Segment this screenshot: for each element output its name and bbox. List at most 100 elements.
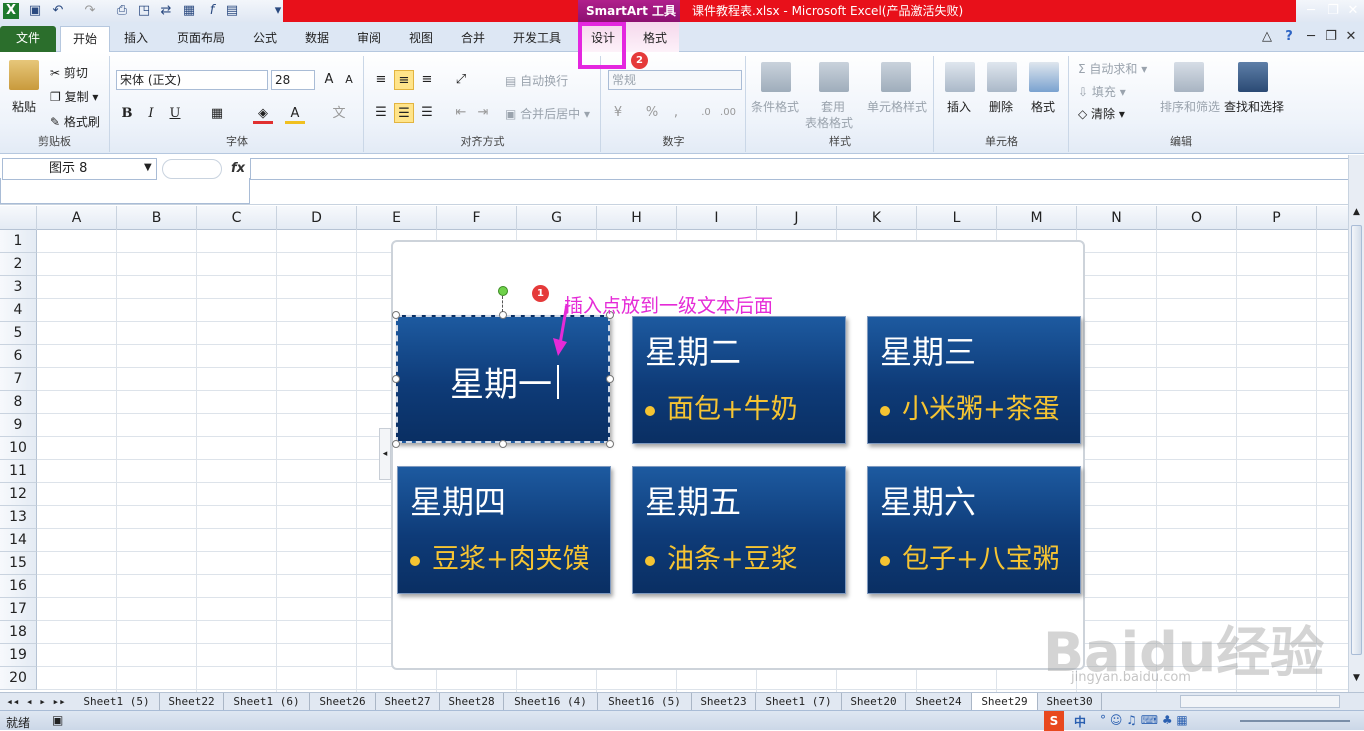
smartart-box-tuesday[interactable]: 星期二 面包+牛奶 <box>632 316 846 444</box>
resize-handle[interactable] <box>499 440 507 448</box>
doc-minimize-icon[interactable]: ─ <box>1300 28 1322 46</box>
tab-developer[interactable]: 开发工具 <box>504 26 570 52</box>
col-header[interactable]: D <box>277 206 357 230</box>
sort-filter-icon[interactable] <box>1174 62 1204 92</box>
col-header[interactable]: C <box>197 206 277 230</box>
sheet-tab[interactable]: Sheet16 (4) <box>504 693 598 711</box>
sheet-tab-active[interactable]: Sheet29 <box>972 693 1038 711</box>
cell-styles-icon[interactable] <box>881 62 911 92</box>
insert-function-button[interactable]: fx <box>226 158 250 180</box>
orientation-icon[interactable]: ⤢ <box>451 70 471 90</box>
col-header[interactable]: F <box>437 206 517 230</box>
align-top-icon[interactable]: ≡ <box>371 70 391 90</box>
align-middle-icon[interactable]: ≡ <box>394 70 414 90</box>
sheet-tab[interactable]: Sheet20 <box>842 693 906 711</box>
merge-center-button[interactable]: ▣ 合并后居中 ▾ <box>505 105 590 122</box>
cut-button[interactable]: ✂ 剪切 <box>50 64 88 81</box>
italic-button[interactable]: I <box>141 104 161 124</box>
tab-file[interactable]: 文件 <box>0 26 56 52</box>
phonetic-icon[interactable]: 文 <box>329 104 349 124</box>
select-all-corner[interactable] <box>0 206 37 230</box>
row-header[interactable]: 2 <box>0 253 37 276</box>
ribbon-minimize-icon[interactable]: △ <box>1256 28 1278 46</box>
smartart-box-friday[interactable]: 星期五 油条+豆浆 <box>632 466 846 594</box>
horizontal-scrollbar[interactable] <box>1180 695 1340 708</box>
close-icon[interactable]: ✕ <box>1342 2 1364 20</box>
col-header[interactable]: B <box>117 206 197 230</box>
col-header[interactable]: M <box>997 206 1077 230</box>
sheet-tab[interactable]: Sheet16 (5) <box>598 693 692 711</box>
currency-icon[interactable]: ¥ <box>608 103 628 123</box>
row-header[interactable]: 13 <box>0 506 37 529</box>
shrink-font-icon[interactable]: A <box>339 70 359 90</box>
doc-close-icon[interactable]: ✕ <box>1340 28 1362 46</box>
col-header[interactable]: L <box>917 206 997 230</box>
format-cells-icon[interactable] <box>1029 62 1059 92</box>
row-header[interactable]: 14 <box>0 529 37 552</box>
zoom-slider[interactable] <box>1240 720 1350 722</box>
scroll-thumb[interactable] <box>1351 225 1362 655</box>
row-header[interactable]: 9 <box>0 414 37 437</box>
name-box[interactable]: 图示 8 <box>2 158 157 180</box>
share-icon[interactable]: ⇄ <box>158 3 174 19</box>
ime-mode[interactable]: 中 <box>1074 713 1086 730</box>
row-header[interactable]: 20 <box>0 667 37 690</box>
underline-button[interactable]: U <box>165 104 185 124</box>
redo-icon[interactable]: ↷ <box>82 3 98 19</box>
sheet-tab[interactable]: Sheet23 <box>692 693 756 711</box>
vertical-scrollbar[interactable]: ▲ ▼ <box>1348 155 1364 692</box>
macro-record-icon[interactable]: ▣ <box>52 713 63 727</box>
row-header[interactable]: 17 <box>0 598 37 621</box>
name-box-dropdown-icon[interactable]: ▼ <box>144 162 152 173</box>
bold-button[interactable]: B <box>117 104 137 124</box>
col-header[interactable]: N <box>1077 206 1157 230</box>
sort-filter-button[interactable]: 排序和筛选 <box>1160 98 1220 115</box>
tab-formulas[interactable]: 公式 <box>244 26 286 52</box>
sheet-tab[interactable]: Sheet1 (6) <box>224 693 310 711</box>
smartart-box-saturday[interactable]: 星期六 包子+八宝粥 <box>867 466 1081 594</box>
restore-icon[interactable]: ❐ <box>1322 2 1344 20</box>
row-header[interactable]: 4 <box>0 299 37 322</box>
sheet-nav-icon[interactable]: ◂◂ ◂ ▸ ▸▸ <box>2 693 70 711</box>
ime-toolbar-icons[interactable]: ° ☺ ♫ ⌨ ♣ ▦ <box>1100 713 1188 727</box>
align-right-icon[interactable]: ☰ <box>417 103 437 123</box>
print-icon[interactable]: ⎙ <box>114 3 130 19</box>
col-header[interactable]: H <box>597 206 677 230</box>
find-select-icon[interactable] <box>1238 62 1268 92</box>
align-bottom-icon[interactable]: ≡ <box>417 70 437 90</box>
find-select-button[interactable]: 查找和选择 <box>1224 98 1284 115</box>
save-icon[interactable]: ▣ <box>27 3 43 19</box>
border-icon[interactable]: ▦ <box>207 104 227 124</box>
tab-data[interactable]: 数据 <box>296 26 338 52</box>
row-header[interactable]: 10 <box>0 437 37 460</box>
row-header[interactable]: 8 <box>0 391 37 414</box>
sheet-tab[interactable]: Sheet22 <box>160 693 224 711</box>
delete-cells-icon[interactable] <box>987 62 1017 92</box>
align-left-icon[interactable]: ☰ <box>371 103 391 123</box>
col-header[interactable]: E <box>357 206 437 230</box>
sheet-tab[interactable]: Sheet28 <box>440 693 504 711</box>
tab-page-layout[interactable]: 页面布局 <box>168 26 234 52</box>
scroll-up-icon[interactable]: ▲ <box>1350 207 1363 221</box>
print-preview-icon[interactable]: ◳ <box>136 3 152 19</box>
row-header[interactable]: 1 <box>0 230 37 253</box>
comma-button[interactable]: , <box>666 103 686 123</box>
fill-button[interactable]: ⇩ 填充 ▾ <box>1078 83 1126 100</box>
row-header[interactable]: 18 <box>0 621 37 644</box>
decrease-indent-icon[interactable]: ⇤ <box>451 103 471 123</box>
grow-font-icon[interactable]: A <box>319 70 339 90</box>
row-header[interactable]: 11 <box>0 460 37 483</box>
number-format-select[interactable]: 常规 <box>608 70 742 90</box>
decrease-decimal-icon[interactable]: .00 <box>718 103 738 123</box>
sheet-tab[interactable]: Sheet1 (7) <box>756 693 842 711</box>
help-icon[interactable]: ? <box>1278 28 1300 46</box>
resize-handle[interactable] <box>606 375 614 383</box>
increase-indent-icon[interactable]: ⇥ <box>473 103 493 123</box>
sheet-tab[interactable]: Sheet1 (5) <box>74 693 160 711</box>
font-color-icon[interactable]: A <box>285 104 305 124</box>
rotate-handle[interactable] <box>498 286 508 296</box>
col-header[interactable]: K <box>837 206 917 230</box>
sheet-tab[interactable]: Sheet26 <box>310 693 376 711</box>
col-header[interactable]: G <box>517 206 597 230</box>
row-header[interactable]: 12 <box>0 483 37 506</box>
